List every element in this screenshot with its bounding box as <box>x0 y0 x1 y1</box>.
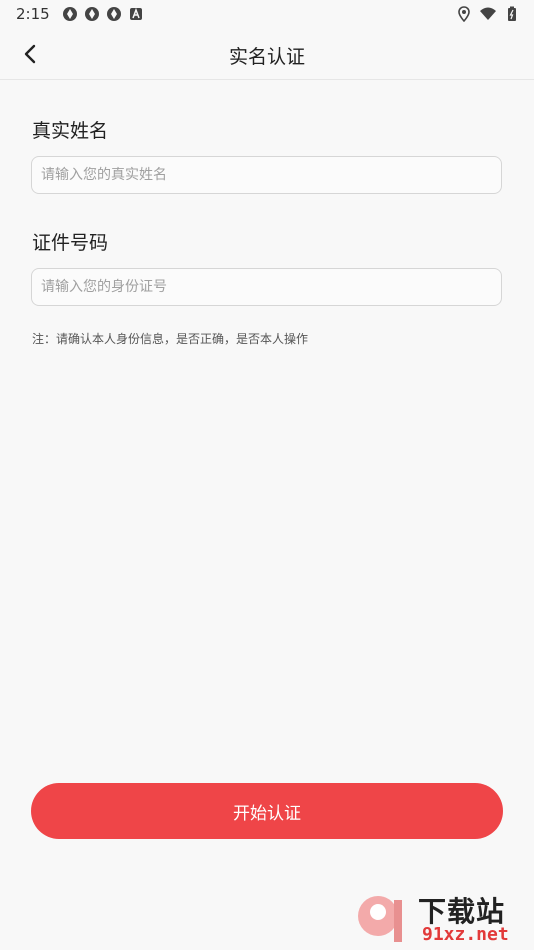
notification-icon <box>62 7 77 21</box>
page-title: 实名认证 <box>228 46 305 68</box>
location-icon <box>458 6 470 22</box>
notification-icon <box>106 7 121 21</box>
id-number-input[interactable] <box>31 268 502 306</box>
start-verification-button[interactable]: 开始认证 <box>31 783 503 839</box>
a-icon <box>129 7 142 20</box>
start-verification-label: 开始认证 <box>233 803 301 824</box>
watermark-domain: 91xz.net <box>422 924 509 945</box>
verification-note: 注：请确认本人身份信息，是否正确，是否本人操作 <box>32 332 309 346</box>
notification-icon <box>84 7 99 21</box>
status-bar: 2:15 <box>0 0 534 28</box>
name-label: 真实姓名 <box>32 120 109 142</box>
status-left-icons <box>62 6 144 22</box>
battery-icon <box>508 6 516 21</box>
id-number-label: 证件号码 <box>32 232 109 254</box>
status-time: 2:15 <box>16 5 50 23</box>
watermark-logo: 下载站 91xz.net <box>354 890 530 948</box>
site-logo-icon <box>358 896 402 942</box>
wifi-icon <box>480 7 496 20</box>
name-input[interactable] <box>31 156 502 194</box>
status-right-icons <box>456 6 520 22</box>
app-bar: 实名认证 <box>0 28 534 80</box>
